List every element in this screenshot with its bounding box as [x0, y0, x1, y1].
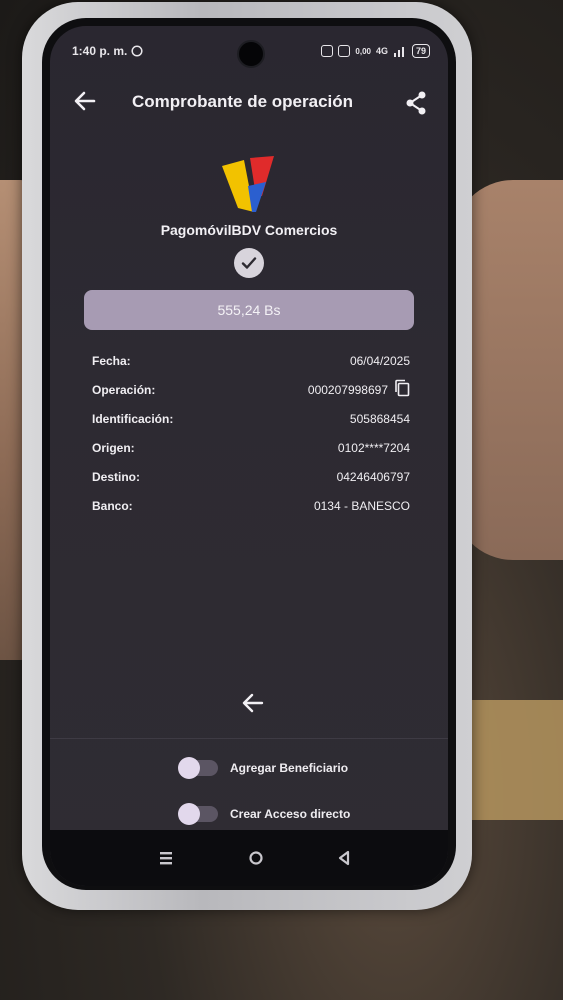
detail-row-identificacion: Identificación: 505868454 — [92, 412, 410, 426]
detail-row-banco: Banco: 0134 - BANESCO — [92, 499, 410, 513]
share-icon[interactable] — [404, 90, 428, 116]
create-shortcut-label: Crear Acceso directo — [230, 807, 351, 821]
detail-row-destino: Destino: 04246406797 — [92, 470, 410, 484]
copy-icon[interactable] — [394, 379, 410, 397]
detail-row-operacion: Operación: 000207998697 — [92, 375, 410, 404]
success-badge — [234, 248, 264, 278]
divider — [50, 738, 448, 739]
back-triangle-icon[interactable] — [334, 848, 354, 868]
page-title: Comprobante de operación — [132, 92, 354, 111]
bdv-logo-icon — [222, 156, 274, 212]
whatsapp-icon — [131, 45, 143, 57]
brand-name: PagomóvilBDV Comercios — [160, 222, 338, 238]
toggle-create-shortcut[interactable]: Crear Acceso directo — [178, 803, 351, 825]
operation-details: Fecha: 06/04/2025 Operación: 00020799869… — [92, 346, 410, 520]
menu-icon[interactable] — [156, 848, 176, 868]
back-arrow-icon[interactable] — [72, 88, 98, 114]
add-beneficiary-label: Agregar Beneficiario — [230, 761, 349, 775]
signal-icon — [393, 47, 404, 57]
status-bar: 1:40 p. m. 0,00 4G 79 — [72, 44, 430, 62]
check-icon — [241, 257, 257, 269]
switch-knob — [178, 757, 200, 779]
notification-icon — [338, 45, 351, 57]
signal-label: 4G — [375, 46, 388, 56]
switch-knob — [178, 803, 200, 825]
toggle-add-beneficiary[interactable]: Agregar Beneficiario — [178, 757, 349, 779]
amount-display: 555,24 Bs — [84, 290, 414, 330]
detail-row-origen: Origen: 0102****7204 — [92, 441, 410, 455]
back-arrow-icon[interactable] — [240, 690, 266, 716]
detail-row-fecha: Fecha: 06/04/2025 — [92, 354, 410, 368]
home-icon[interactable] — [246, 848, 266, 868]
phone-screen: 1:40 p. m. 0,00 4G 79 Comprobante de ope… — [50, 26, 448, 886]
network-speed: 0,00 — [355, 46, 371, 56]
status-time: 1:40 p. m. — [72, 44, 128, 58]
add-beneficiary-switch[interactable] — [178, 757, 218, 779]
system-nav-bar — [50, 830, 448, 886]
top-app-bar: Comprobante de operación — [50, 88, 448, 118]
alarm-icon — [321, 45, 334, 57]
battery-icon: 79 — [411, 44, 430, 58]
create-shortcut-switch[interactable] — [178, 803, 218, 825]
operation-number: 000207998697 — [307, 383, 388, 397]
